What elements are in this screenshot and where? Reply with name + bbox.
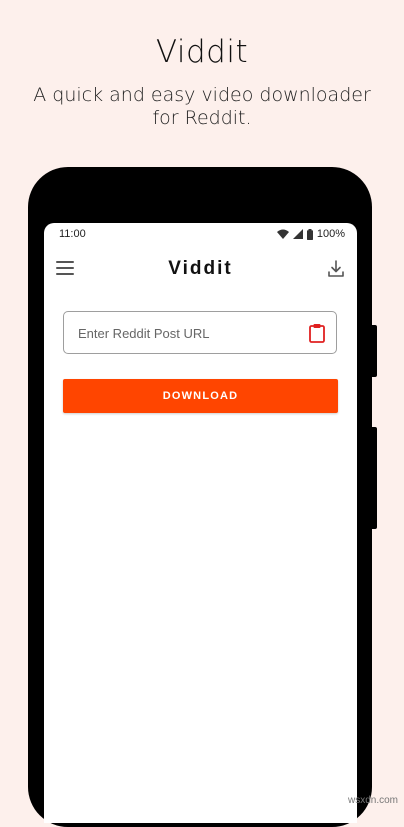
url-input[interactable] <box>76 312 305 355</box>
downloads-button[interactable] <box>326 259 346 279</box>
battery-level: 100% <box>316 228 345 240</box>
url-field <box>63 311 337 355</box>
download-icon <box>328 260 344 277</box>
promo-title: Viddit <box>155 34 249 70</box>
side-button-volume <box>372 427 377 529</box>
clipboard-icon <box>309 324 325 343</box>
status-icons: 100% <box>276 228 345 240</box>
app-title: Viddit <box>168 258 233 279</box>
phone-frame: 11:00 100% Viddit Enter Reddit Post URL … <box>28 167 372 827</box>
status-bar: 11:00 100% <box>44 223 357 245</box>
app-bar: Viddit <box>44 245 357 293</box>
side-button-power <box>372 325 377 377</box>
status-time: 11:00 <box>59 228 86 240</box>
paste-button[interactable] <box>308 323 326 343</box>
promo-subtitle: A quick and easy video downloader for Re… <box>33 84 371 129</box>
wifi-icon <box>276 229 289 239</box>
watermark: wsxdn.com <box>347 795 398 806</box>
menu-icon[interactable] <box>56 261 74 275</box>
phone-screen: 11:00 100% Viddit Enter Reddit Post URL … <box>44 223 357 823</box>
signal-icon <box>292 229 303 239</box>
battery-icon <box>306 228 313 240</box>
download-button[interactable]: DOWNLOAD <box>63 379 338 413</box>
